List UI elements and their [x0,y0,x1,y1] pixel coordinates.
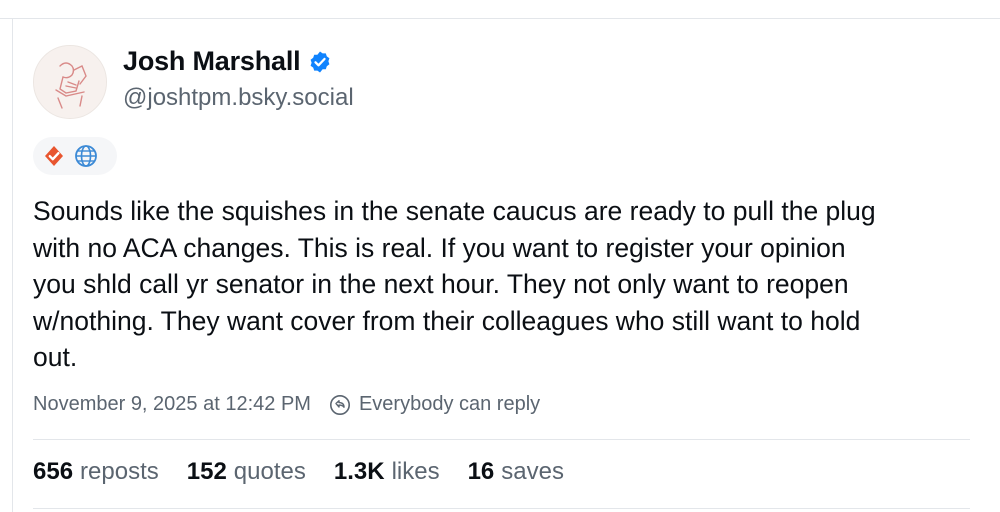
top-border [0,18,1000,19]
post-text-line: Sounds like the squishes in the senate c… [33,196,876,226]
saves-stat[interactable]: 16 saves [468,458,564,486]
post-card: Josh Marshall @joshtpm.bsky.social Sound… [0,0,1000,512]
reposts-stat[interactable]: 656 reposts [33,458,159,486]
likes-stat[interactable]: 1.3K likes [334,458,440,486]
likes-count: 1.3K [333,458,385,485]
post-text-line: with no ACA changes. This is real. If yo… [33,232,846,263]
post-text-line: w/nothing. They want cover from their co… [33,305,861,336]
handle[interactable]: @joshtpm.bsky.social [123,84,354,112]
avatar[interactable] [33,45,107,119]
engagement-stats: 656 reposts 152 quotes 1.3K likes 16 saves [33,458,592,486]
verifier-badge-icon [45,146,63,166]
reply-settings-icon [329,394,350,415]
left-border [12,18,13,512]
bottom-divider [33,508,970,509]
quotes-count: 152 [186,458,227,485]
quotes-label: quotes [233,458,306,485]
post-text-line: out. [33,342,78,372]
labels-pill[interactable] [33,137,117,175]
reposts-count: 656 [33,458,74,485]
quotes-stat[interactable]: 152 quotes [187,458,306,486]
globe-icon [75,145,97,167]
display-name[interactable]: Josh Marshall [123,46,301,77]
reposts-label: reposts [80,458,159,485]
display-name-row[interactable]: Josh Marshall [123,46,332,77]
post-meta: November 9, 2025 at 12:42 PM Everybody c… [33,393,540,416]
post-text-line: you shld call yr senator in the next hou… [33,269,849,299]
divider [33,439,970,440]
avatar-illustration [34,46,106,118]
post-text: Sounds like the squishes in the senate c… [33,193,978,376]
timestamp[interactable]: November 9, 2025 at 12:42 PM [33,393,311,416]
saves-label: saves [501,458,564,485]
likes-label: likes [391,458,440,485]
verified-check-icon[interactable] [308,50,332,74]
reply-setting[interactable]: Everybody can reply [359,393,540,416]
saves-count: 16 [467,458,495,485]
